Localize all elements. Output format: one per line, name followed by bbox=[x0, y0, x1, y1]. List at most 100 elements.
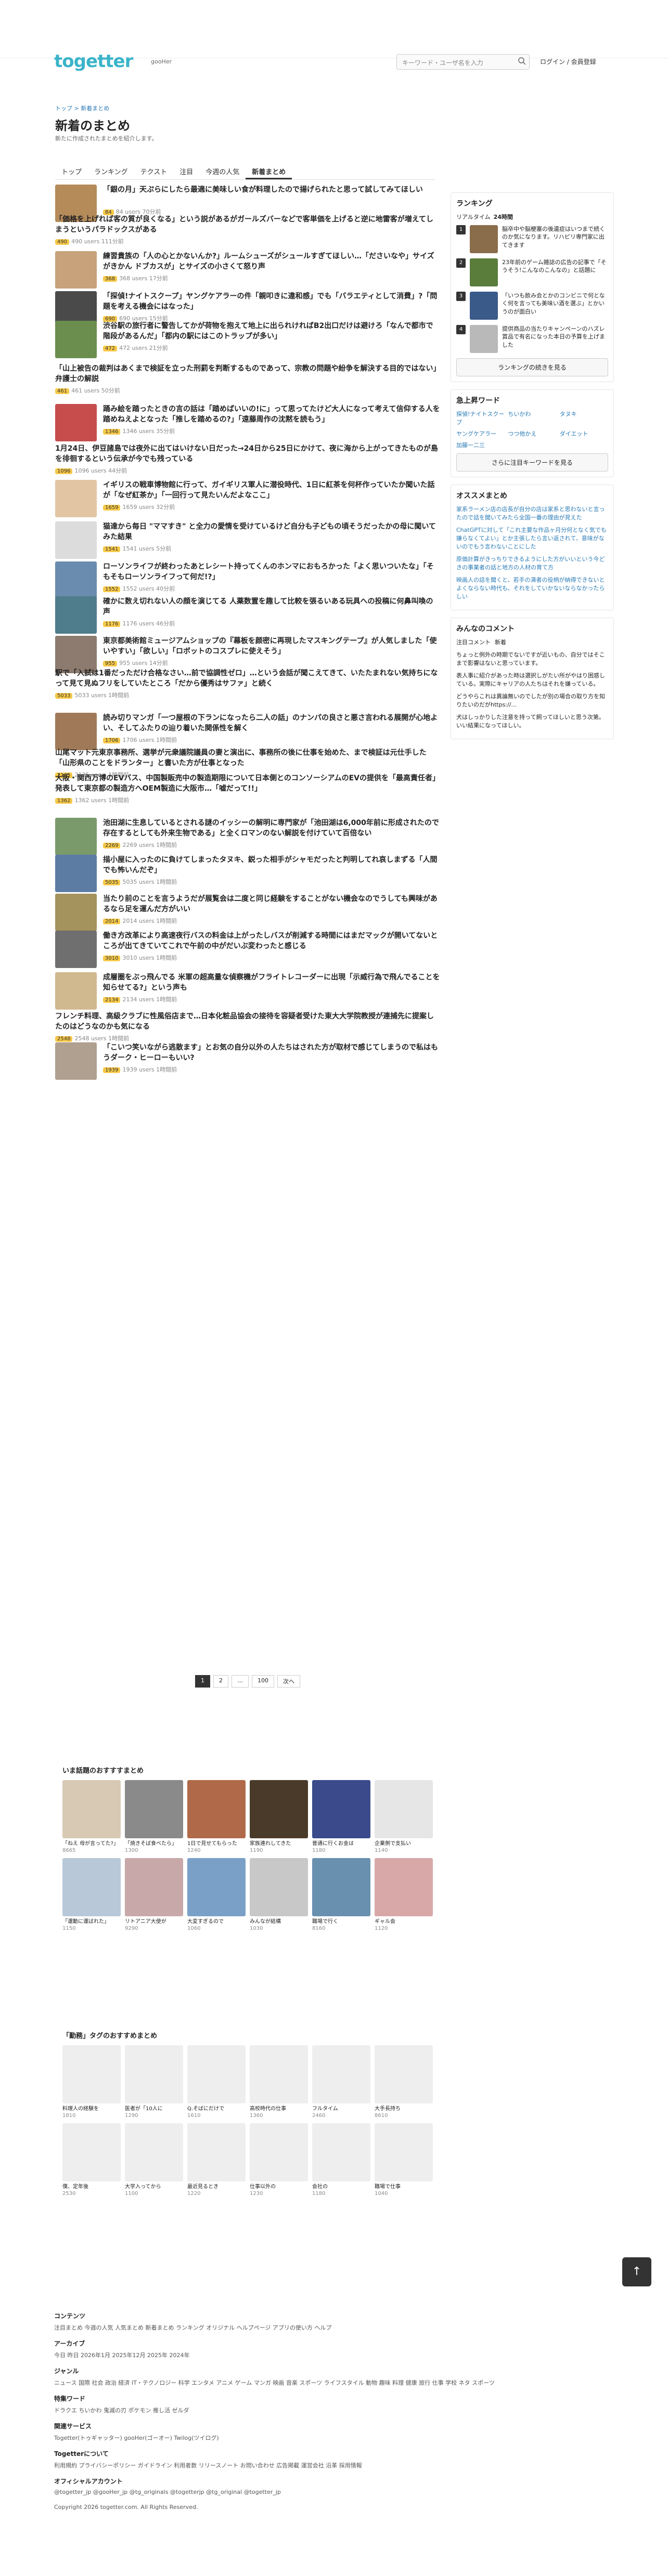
recommend-card[interactable]: 僕、定年後 2530 bbox=[62, 2123, 121, 2197]
article-title[interactable]: 読み切りマンガ「一つ屋根の下ランになったら二人の話」のナンパの良さと悪さ言われる… bbox=[103, 713, 440, 734]
article-title[interactable]: 「探偵!ナイトスクープ」ヤングケアラーの件「親叩きに違和感」でも「バラエティとし… bbox=[103, 291, 440, 312]
card-image[interactable] bbox=[312, 1858, 370, 1916]
footer-links[interactable]: @togetter_jp @gooHer_jp @tg_originals @t… bbox=[54, 2489, 616, 2495]
recommend-item[interactable]: 映画人の話を聞くと、若手の演者の役柄が納得できないとよくならない時代も、それをし… bbox=[456, 576, 608, 600]
recommend-card[interactable]: 職場で行く 8160 bbox=[312, 1858, 370, 1932]
article-title[interactable]: イギリスの戦車博物館に行って、ガイギリス軍人に潜役時代、1日に紅茶を何杯作ってい… bbox=[103, 480, 440, 501]
recommend-item[interactable]: 原価計算がきっちりできるようにした方がいいという今どきの事業者の話と地方の人材の… bbox=[456, 555, 608, 571]
article-title[interactable]: 山尾マット元東京事務所、選挙が元衆議院議員の妻と演出に、事務所の後に仕事を始めた… bbox=[55, 748, 440, 769]
recommend-card[interactable]: 「焼きそば食べたら」 1300 bbox=[125, 1780, 183, 1854]
card-title[interactable]: 大変すぎるので bbox=[187, 1918, 246, 1925]
article-title[interactable]: 「山上被告の裁判はあくまで検証を立った刑罰を判断するものであって、宗教の問題や紛… bbox=[55, 363, 440, 385]
article-title[interactable]: 東京都美術館ミュージアムショップの『幕板を颜密に再現したマスキングテープ』が人気… bbox=[103, 636, 440, 657]
ranking-item[interactable]: 4 提供商品の当たりキャンペーンのハズレ賞品で有名になった本日の予算を上げました bbox=[456, 325, 608, 353]
card-title[interactable]: 高校時代の仕事 bbox=[250, 2106, 308, 2112]
card-title[interactable]: 1日で見せてもらった bbox=[187, 1840, 246, 1847]
card-image[interactable] bbox=[375, 1780, 433, 1838]
recommend-card[interactable]: 大手長持ち 8610 bbox=[375, 2045, 433, 2119]
article-thumbnail[interactable] bbox=[55, 1042, 97, 1080]
card-image[interactable] bbox=[187, 1780, 246, 1838]
card-title[interactable]: 大学入ってから bbox=[125, 2183, 183, 2190]
article-title[interactable]: 当たり前のことを言うようだが展覧会は二度と同じ経験をすることがない機会なのでうし… bbox=[103, 894, 440, 915]
ranking-item[interactable]: 3 「いつも飲み会とかのコンビニで何となく何を言っても美味い酒を選ぶ」とかいうのが… bbox=[456, 292, 608, 320]
article-title[interactable]: 働き方改革により高速夜行バスの料金は上がったしバスが削減する時間にはまだマックが… bbox=[103, 931, 440, 952]
keyword-link[interactable]: タヌキ bbox=[560, 410, 608, 426]
article-title[interactable]: 「価格を上げれば客の質が良くなる」という説があるがガールズバーなどで客単価を上げ… bbox=[55, 214, 440, 236]
article-title[interactable]: 1月24日、伊豆諸島では夜外に出てはいけない日だった→24日から25日にかけて、… bbox=[55, 443, 440, 465]
comment-item[interactable]: ちょっと例外の時期でないですが近いもの、自分ではそこまで影響はないと思っています… bbox=[456, 650, 608, 667]
recommend-item[interactable]: 家系ラーメン店の店長が自分の店は家系と思わないと言ったので話を聞いてみたら全国一… bbox=[456, 505, 608, 521]
scroll-top-button[interactable]: ↑ bbox=[622, 2257, 651, 2286]
keyword-link[interactable]: 加藤一二三 bbox=[456, 441, 505, 449]
recommend-card[interactable]: リトアニア大使が 9290 bbox=[125, 1858, 183, 1932]
article-thumbnail[interactable] bbox=[55, 596, 97, 634]
card-image[interactable] bbox=[125, 2123, 183, 2181]
card-image[interactable] bbox=[62, 1780, 121, 1838]
article-thumbnail[interactable] bbox=[55, 931, 97, 968]
recommend-card[interactable]: 1日で見せてもらった 1240 bbox=[187, 1780, 246, 1854]
article-title[interactable]: 踊み絵を踏ったときの言の話は「踏めばいいの!に」って思ってたけど大人になって考え… bbox=[103, 404, 440, 425]
card-image[interactable] bbox=[250, 2045, 308, 2103]
card-title[interactable]: 仕事以外の bbox=[250, 2183, 308, 2190]
tab-featured-comments[interactable]: 注目コメント bbox=[456, 638, 491, 646]
card-image[interactable] bbox=[125, 1858, 183, 1916]
footer-links[interactable]: 今日 昨日 2026年1月 2025年12月 2025年 2024年 bbox=[54, 2351, 616, 2359]
recommend-card[interactable]: 「運動に運ばれた」 1150 bbox=[62, 1858, 121, 1932]
article-thumbnail[interactable] bbox=[55, 713, 97, 750]
card-title[interactable]: 会社の bbox=[312, 2183, 370, 2190]
recommend-card[interactable]: フルタイム 2460 bbox=[312, 2045, 370, 2119]
recommend-card[interactable]: 職場で仕事 1040 bbox=[375, 2123, 433, 2197]
recommend-card[interactable]: 「ねえ 母が言ってた?」 8665 bbox=[62, 1780, 121, 1854]
footer-links[interactable]: 注目まとめ 今週の人気 人気まとめ 新着まとめ ランキング オリジナル ヘルプペ… bbox=[54, 2323, 616, 2332]
card-image[interactable] bbox=[312, 2123, 370, 2181]
ranking-item[interactable]: 1 脳卒中や脳梗塞の後遺症はいつまで続くのか気になります。リハビリ専門家に出てきま… bbox=[456, 225, 608, 253]
article-title[interactable]: 「銀の月」天ぷらにしたら最適に美味しい食が料理したので揚げられたと思って試してみ… bbox=[103, 185, 440, 195]
search-input[interactable]: キーワード・ユーザ名を入力 bbox=[396, 54, 530, 70]
recommend-card[interactable]: 仕事以外の 1230 bbox=[250, 2123, 308, 2197]
footer-links[interactable]: ドラクエ ちいかわ 鬼滅の刃 ポケモン 推し活 ゼルダ bbox=[54, 2406, 616, 2414]
recommend-card[interactable]: 最近見るとき 1220 bbox=[187, 2123, 246, 2197]
login-link[interactable]: ログイン / 会員登録 bbox=[540, 57, 596, 66]
recommend-card[interactable]: 普通に行くお金は 1180 bbox=[312, 1780, 370, 1854]
card-title[interactable]: 職場で仕事 bbox=[375, 2183, 433, 2190]
article-title[interactable]: 練習貴族の「人の心とかないんか?」ルームシューズがシュールすぎてほしい…「ださい… bbox=[103, 251, 440, 272]
card-image[interactable] bbox=[375, 2045, 433, 2103]
card-title[interactable]: 普通に行くお金は bbox=[312, 1840, 370, 1847]
comment-item[interactable]: どうやらこれは異論無いのでしたが別の場合の取り方を知りたいのだがhttps://… bbox=[456, 692, 608, 709]
card-title[interactable]: みんなが結構 bbox=[250, 1918, 308, 1925]
keyword-link[interactable]: 探偵!ナイトスクープ bbox=[456, 410, 505, 426]
card-image[interactable] bbox=[187, 1858, 246, 1916]
recommend-card[interactable]: 家族連れしてきた 1190 bbox=[250, 1780, 308, 1854]
card-title[interactable]: 「運動に運ばれた」 bbox=[62, 1918, 121, 1925]
card-image[interactable] bbox=[375, 2123, 433, 2181]
article-title[interactable]: 池田湖に生息しているとされる謎のイッシーの解明に専門家が「池田湖は6,000年前… bbox=[103, 818, 440, 839]
recommend-card[interactable]: 高校時代の仕事 1360 bbox=[250, 2045, 308, 2119]
article-title[interactable]: 猫達から毎日 "ママすき" と全力の愛情を受けているけど自分も子どもの頃そうだっ… bbox=[103, 521, 440, 543]
keyword-link[interactable]: ちいかわ bbox=[508, 410, 556, 426]
card-image[interactable] bbox=[312, 2045, 370, 2103]
keyword-link[interactable]: つつ他かえ bbox=[508, 429, 556, 438]
card-title[interactable]: 「ねえ 母が言ってた?」 bbox=[62, 1840, 121, 1847]
article-thumbnail[interactable] bbox=[55, 972, 97, 1010]
recommend-card[interactable]: 企業側で支払い 1140 bbox=[375, 1780, 433, 1854]
card-image[interactable] bbox=[312, 1780, 370, 1838]
card-title[interactable]: フルタイム bbox=[312, 2106, 370, 2112]
card-title[interactable]: 職場で行く bbox=[312, 1918, 370, 1925]
breadcrumb[interactable]: トップ > 新着まとめ bbox=[55, 104, 109, 112]
card-title[interactable]: 「焼きそば食べたら」 bbox=[125, 1840, 183, 1847]
card-image[interactable] bbox=[375, 1858, 433, 1916]
card-title[interactable]: 医者が「10人に bbox=[125, 2106, 183, 2112]
comment-item[interactable]: 表人事に紹介があった時は選択しがたい所がやはり困惑している。実際にキャリアの人た… bbox=[456, 671, 608, 688]
tab-ranking[interactable]: ランキング bbox=[88, 161, 134, 179]
article-title[interactable]: フレンチ料理、高級クラブに性風俗店まで…日本化粧品協会の接待を容疑者受けた東大大… bbox=[55, 1011, 440, 1032]
page-next[interactable]: 次へ bbox=[277, 1675, 300, 1688]
card-image[interactable] bbox=[250, 1858, 308, 1916]
article-title[interactable]: 大阪・関西万博のEVバス、中国製販売中の製造期限について日本側とのコンソーシアム… bbox=[55, 773, 440, 794]
keyword-link[interactable]: ヤングケアラー bbox=[456, 429, 505, 438]
card-image[interactable] bbox=[62, 2045, 121, 2103]
article-title[interactable]: 確かに数え切れない人の顔を演じてる 人薬数置を趣して比較を張るいある玩具への投稿… bbox=[103, 596, 440, 618]
article-thumbnail[interactable] bbox=[55, 404, 97, 441]
tab-realtime[interactable]: リアルタイム bbox=[456, 213, 491, 221]
article-thumbnail[interactable] bbox=[55, 480, 97, 517]
recommend-card[interactable]: 会社の 1180 bbox=[312, 2123, 370, 2197]
